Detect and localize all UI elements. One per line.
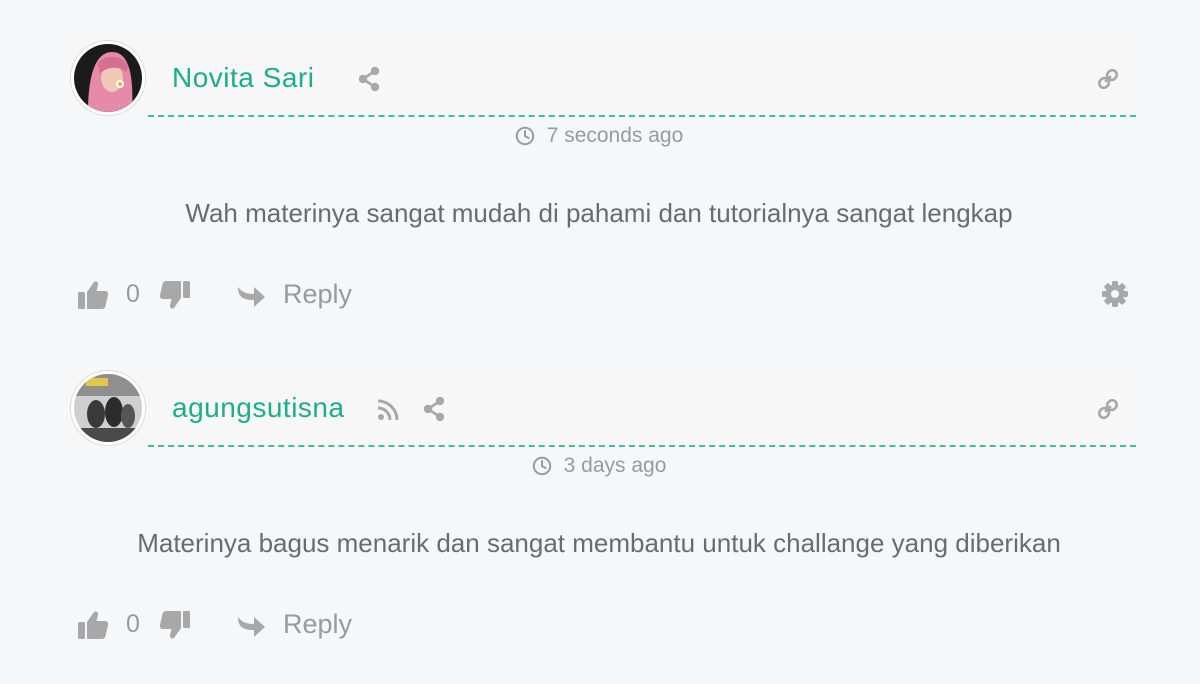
comment-text: Wah materinya sangat mudah di pahami dan… — [185, 198, 1013, 228]
comment-actions: 0 Reply — [76, 606, 1136, 646]
timestamp: 3 days ago — [62, 454, 1136, 478]
avatar-image — [74, 374, 142, 442]
timestamp-text: 7 seconds ago — [546, 124, 684, 147]
author-name[interactable]: agungsutisna — [172, 392, 345, 424]
link-icon[interactable] — [1096, 67, 1120, 91]
vote-count: 0 — [126, 280, 140, 308]
reply-arrow-icon[interactable] — [234, 612, 268, 642]
vote-count: 0 — [126, 610, 140, 638]
clock-icon — [532, 456, 552, 476]
author-name[interactable]: Novita Sari — [172, 62, 314, 94]
timestamp: 7 seconds ago — [62, 124, 1136, 148]
avatar[interactable] — [70, 370, 146, 446]
gear-icon[interactable] — [1100, 279, 1130, 309]
timestamp-text: 3 days ago — [563, 454, 667, 477]
comments-list: Novita Sari 7 seconds ago Wah materinya … — [0, 0, 1200, 684]
share-icon[interactable] — [421, 396, 447, 422]
comment-actions: 0 Reply — [76, 276, 1136, 316]
thumbs-down-icon[interactable] — [158, 278, 192, 312]
thumbs-up-icon[interactable] — [76, 608, 110, 642]
avatar-image — [74, 44, 142, 112]
rss-icon[interactable] — [376, 398, 400, 422]
reply-button[interactable]: Reply — [283, 609, 352, 640]
reply-arrow-icon[interactable] — [234, 282, 268, 312]
thumbs-down-icon[interactable] — [158, 608, 192, 642]
reply-button[interactable]: Reply — [283, 279, 352, 310]
header-divider — [148, 115, 1136, 117]
avatar[interactable] — [70, 40, 146, 116]
comment-text: Materinya bagus menarik dan sangat memba… — [137, 528, 1061, 558]
link-icon[interactable] — [1096, 397, 1120, 421]
share-icon[interactable] — [356, 66, 382, 92]
clock-icon — [515, 126, 535, 146]
header-divider — [148, 445, 1136, 447]
thumbs-up-icon[interactable] — [76, 278, 110, 312]
